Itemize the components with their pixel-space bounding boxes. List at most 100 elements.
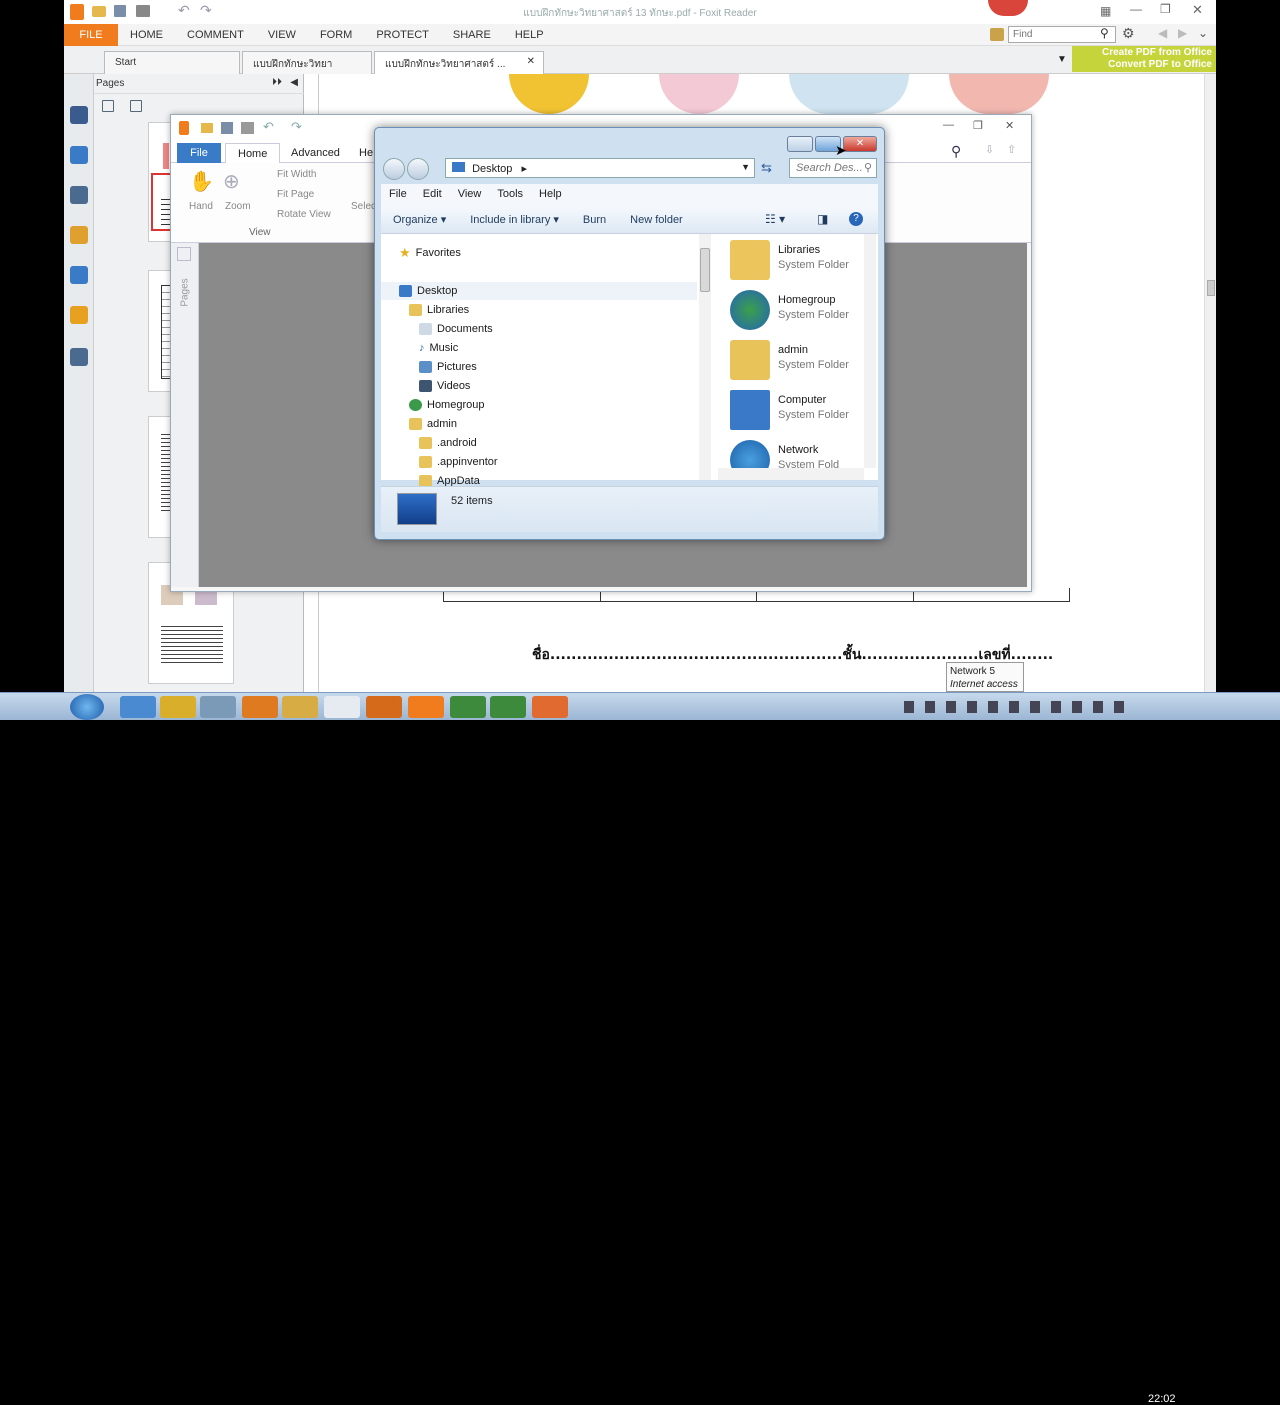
nav-favorites[interactable]: ★ Favorites [399,244,461,262]
menu-edit[interactable]: Edit [415,184,450,206]
menu-help[interactable]: HELP [503,24,556,46]
scroll-thumb[interactable] [1207,280,1215,296]
clock[interactable]: 22:02 [1148,1393,1176,1405]
file-item-admin[interactable]: admin System Folder [726,336,876,382]
preview-pane-icon[interactable]: ◨ [817,212,828,226]
menu-share[interactable]: SHARE [441,24,503,46]
view-options-icon[interactable]: ☷ ▾ [765,212,785,226]
taskbar-app-icon[interactable] [200,696,236,718]
nav-homegroup[interactable]: Homegroup [409,396,484,414]
taskbar-firefox-icon[interactable] [366,696,402,718]
nav-back-icon[interactable]: ◀ [1158,26,1167,40]
find-search-icon[interactable]: ⚲ [1100,26,1109,40]
print-icon[interactable] [241,122,254,134]
pages-panel-icon[interactable] [177,247,191,261]
menu-home[interactable]: HOME [118,24,175,46]
undo-icon[interactable]: ↶ [263,119,274,135]
security-lock-icon[interactable] [70,306,88,324]
zoom-icon[interactable]: ⊕ [223,169,240,194]
taskbar-media-icon[interactable] [242,696,278,718]
bookmark-icon[interactable] [70,106,88,124]
select-label[interactable]: Selec [351,201,376,212]
pages-icon[interactable] [70,146,88,164]
nav-scrollbar[interactable] [699,234,711,480]
explorer-minimize-button[interactable] [787,136,813,152]
ribbon-layout-icon[interactable]: ▦ [1100,4,1111,18]
nav-documents[interactable]: Documents [419,320,493,338]
redo-icon[interactable]: ↷ [291,119,302,135]
tab-document-1[interactable]: แบบฝึกทักษะวิทยาศาสต... [242,51,372,85]
menu-form[interactable]: FORM [308,24,364,46]
foxit-app-icon[interactable] [179,121,189,135]
taskbar-excel-icon[interactable] [450,696,486,718]
close-button[interactable]: ✕ [1192,2,1203,18]
chevron-down-icon[interactable]: ⌄ [1198,26,1208,40]
find-tool-icon[interactable] [990,28,1004,41]
file-item-computer[interactable]: Computer System Folder [726,386,876,432]
hand-icon[interactable]: ✋ [189,169,214,194]
panel-collapse-icon[interactable]: ◀ [290,77,298,88]
forward-button[interactable] [407,158,429,180]
search-icon[interactable]: ⚲ [951,143,961,160]
refresh-icon[interactable]: ⇆ [761,160,772,176]
document-scrollbar[interactable] [1204,74,1216,692]
menu-file[interactable]: FILE [64,24,118,46]
tab-close-icon[interactable]: ✕ [527,56,535,67]
menu-tools[interactable]: Tools [489,184,531,206]
arrow-up-icon[interactable]: ⇧ [1007,143,1016,156]
taskbar-foxit2-icon[interactable] [532,696,568,718]
nav-android[interactable]: .android [419,434,477,452]
file-hscrollbar[interactable] [718,468,864,480]
settings-gear-icon[interactable]: ⚙ [1122,25,1135,42]
taskbar-ie-icon[interactable] [120,696,156,718]
taskbar-chrome-icon[interactable] [160,696,196,718]
fit-width-button[interactable]: Fit Width [277,169,316,180]
include-in-library-button[interactable]: Include in library ▾ [458,213,571,226]
nav-appinventor[interactable]: .appinventor [419,453,498,471]
taskbar-excel2-icon[interactable] [490,696,526,718]
help-icon[interactable]: ? [849,212,863,226]
menu-view[interactable]: VIEW [256,24,308,46]
menu-protect[interactable]: PROTECT [364,24,441,46]
new-folder-button[interactable]: New folder [618,214,695,226]
menu-comment[interactable]: COMMENT [175,24,256,46]
nav-videos[interactable]: Videos [419,377,470,395]
layers-icon[interactable] [70,186,88,204]
taskbar-notepad-icon[interactable] [324,696,360,718]
nav-music[interactable]: ♪ Music [419,339,458,357]
tab-file[interactable]: File [177,143,221,163]
minimize-button[interactable]: — [1130,2,1142,16]
tray-icons[interactable] [904,701,1134,713]
save-icon[interactable] [221,122,233,134]
tab-home[interactable]: Home [225,143,281,163]
nav-desktop[interactable]: Desktop [381,282,697,300]
address-dropdown-icon[interactable]: ▼ [741,162,750,172]
search-input[interactable]: Search Des... ⚲ [789,158,877,178]
back-button[interactable] [383,158,405,180]
breadcrumb-arrow-icon[interactable]: ▸ [521,163,527,175]
taskbar-foxit-icon[interactable] [408,696,444,718]
nav-scroll-thumb[interactable] [700,248,710,292]
nav-pictures[interactable]: Pictures [419,358,477,376]
organize-button[interactable]: Organize ▾ [381,213,458,226]
hand-label[interactable]: Hand [189,201,213,212]
nav-libraries[interactable]: Libraries [409,301,469,319]
pages-side-label[interactable]: Pages [180,278,191,306]
tab-advanced[interactable]: Advanced [279,143,352,163]
zoom-label[interactable]: Zoom [225,201,251,212]
file-vscrollbar[interactable] [864,234,876,468]
panel-expand-icon[interactable]: ⏵⏵ [272,77,282,88]
file-item-libraries[interactable]: Libraries System Folder [726,236,876,282]
taskbar-explorer-icon[interactable] [282,696,318,718]
signature-icon[interactable] [70,348,88,366]
file-item-homegroup[interactable]: Homegroup System Folder [726,286,876,332]
open-icon[interactable] [201,123,213,133]
address-bar[interactable]: Desktop ▸ ▼ [445,158,755,178]
promo-banner[interactable]: Create PDF from Office Convert PDF to Of… [1072,46,1216,72]
start-button[interactable] [70,694,104,720]
menu-view[interactable]: View [450,184,490,206]
page-insert-icon[interactable] [130,100,142,112]
restore-button[interactable]: ❐ [1160,2,1171,16]
explorer-close-button[interactable]: ✕ [843,136,877,152]
tab-start[interactable]: Start [104,51,240,74]
